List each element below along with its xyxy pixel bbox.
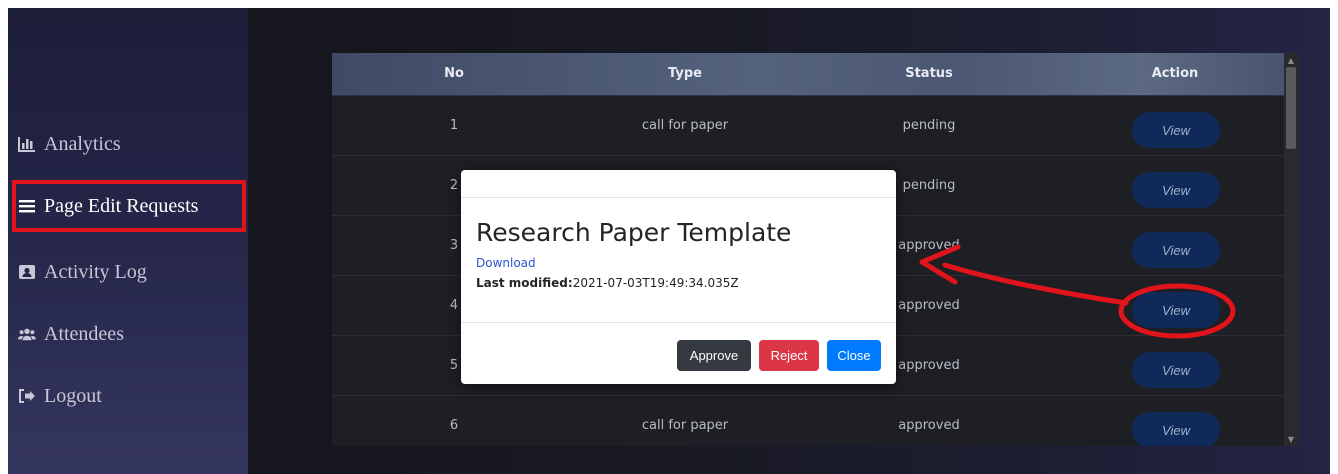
view-button[interactable]: View xyxy=(1132,292,1220,328)
scroll-down-icon[interactable]: ▼ xyxy=(1284,432,1298,446)
last-modified: Last modified:2021-07-03T19:49:34.035Z xyxy=(476,276,739,290)
users-icon xyxy=(18,325,36,343)
table-header: No Type Status Action xyxy=(332,53,1284,96)
modal-header xyxy=(461,170,896,198)
cell-status: approved xyxy=(898,298,960,313)
close-button[interactable]: Close xyxy=(827,340,881,371)
sidebar: Analytics Page Edit Requests Activity Lo… xyxy=(8,8,248,474)
cell-status: approved xyxy=(898,238,960,253)
approve-button[interactable]: Approve xyxy=(677,340,751,371)
view-button[interactable]: View xyxy=(1132,412,1220,446)
column-header-action: Action xyxy=(1151,66,1199,81)
sidebar-item-label: Logout xyxy=(44,384,102,407)
last-modified-value: 2021-07-03T19:49:34.035Z xyxy=(572,276,739,290)
cell-type: call for paper xyxy=(641,118,729,133)
sidebar-item-label: Activity Log xyxy=(44,260,147,283)
cell-no: 3 xyxy=(449,238,459,253)
sidebar-item-attendees[interactable]: Attendees xyxy=(18,314,246,354)
view-button[interactable]: View xyxy=(1132,112,1220,148)
cell-status: approved xyxy=(898,418,960,433)
sidebar-item-label: Analytics xyxy=(44,132,121,155)
table-row: 6 call for paper approved View xyxy=(332,396,1284,446)
sidebar-item-logout[interactable]: Logout xyxy=(18,376,246,416)
list-icon xyxy=(18,197,36,215)
sidebar-item-label: Page Edit Requests xyxy=(44,194,199,217)
column-header-type: Type xyxy=(668,66,702,81)
view-button[interactable]: View xyxy=(1132,172,1220,208)
sidebar-item-analytics[interactable]: Analytics xyxy=(18,124,246,164)
id-card-icon xyxy=(18,263,36,281)
download-link[interactable]: Download xyxy=(476,256,536,270)
sidebar-item-page-edit-requests[interactable]: Page Edit Requests xyxy=(18,186,246,226)
cell-type: call for paper xyxy=(641,418,729,433)
cell-no: 5 xyxy=(449,358,459,373)
cell-no: 6 xyxy=(449,418,459,433)
column-header-no: No xyxy=(444,66,464,81)
column-header-status: Status xyxy=(905,66,953,81)
last-modified-label: Last modified: xyxy=(476,276,573,290)
sidebar-item-label: Attendees xyxy=(44,322,124,345)
cell-no: 1 xyxy=(449,118,459,133)
modal-footer: Approve Reject Close xyxy=(461,322,896,384)
sidebar-item-activity-log[interactable]: Activity Log xyxy=(18,252,246,292)
view-button[interactable]: View xyxy=(1132,232,1220,268)
cell-status: pending xyxy=(902,118,956,133)
scroll-thumb[interactable] xyxy=(1286,67,1296,149)
vertical-scrollbar[interactable]: ▲ ▼ xyxy=(1284,53,1298,446)
scroll-up-icon[interactable]: ▲ xyxy=(1284,53,1298,67)
logout-icon xyxy=(18,387,36,405)
table-row: 1 call for paper pending View xyxy=(332,96,1284,156)
cell-no: 2 xyxy=(449,178,459,193)
cell-status: approved xyxy=(898,358,960,373)
reject-button[interactable]: Reject xyxy=(759,340,819,371)
request-modal: Research Paper Template Download Last mo… xyxy=(461,170,896,384)
view-button[interactable]: View xyxy=(1132,352,1220,388)
modal-title: Research Paper Template xyxy=(476,218,792,247)
cell-status: pending xyxy=(902,178,956,193)
bar-chart-icon xyxy=(18,135,36,153)
cell-no: 4 xyxy=(449,298,459,313)
